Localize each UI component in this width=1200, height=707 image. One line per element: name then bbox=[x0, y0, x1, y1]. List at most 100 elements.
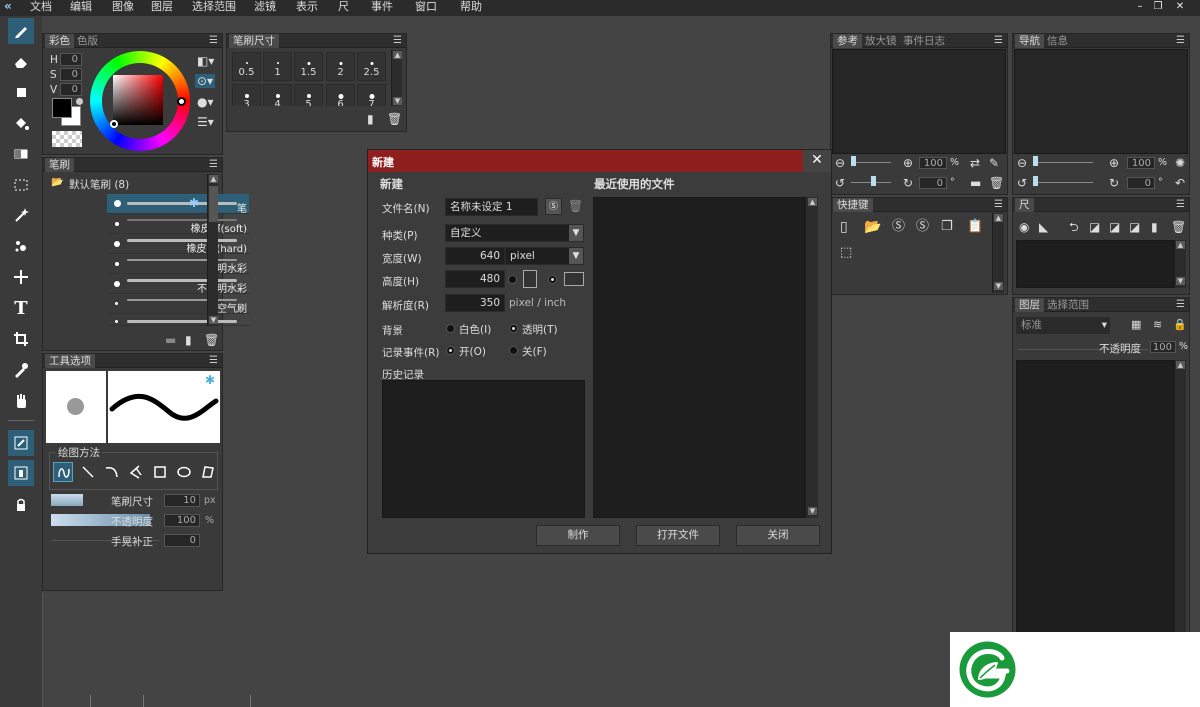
brush-row-selected[interactable]: 笔 bbox=[107, 194, 249, 215]
ruler-triangle-icon[interactable]: ◣ bbox=[1039, 220, 1048, 234]
lock-layer-icon[interactable]: 🔒 bbox=[1173, 318, 1187, 332]
opacity-input[interactable]: 100 bbox=[164, 514, 200, 527]
hue-picker-handle[interactable] bbox=[177, 97, 186, 106]
color-slider-mode-icon[interactable]: ●▾ bbox=[197, 95, 214, 109]
ref-rotate-input[interactable]: 0 bbox=[919, 177, 947, 189]
dialog-title-bar[interactable]: 新建 ✕ bbox=[368, 150, 831, 172]
v-input[interactable]: 0 bbox=[60, 83, 82, 96]
rotate-right-icon[interactable]: ↻ bbox=[1109, 176, 1119, 190]
gradient-tool-icon[interactable] bbox=[8, 141, 34, 167]
history-list[interactable] bbox=[382, 380, 585, 518]
brush-row[interactable]: 透明水彩 bbox=[107, 254, 249, 275]
brush-size-cell[interactable]: 1.5 bbox=[294, 52, 323, 81]
record-off-radio[interactable] bbox=[509, 346, 518, 355]
zoom-in-icon[interactable]: ⊕ bbox=[1109, 156, 1119, 170]
s-input[interactable]: 0 bbox=[60, 68, 82, 81]
brush-size-cell[interactable]: 2 bbox=[326, 52, 355, 81]
brush-group-label[interactable]: 默认笔刷 (8) bbox=[69, 177, 129, 192]
tab-tool-options[interactable]: 工具选项 bbox=[45, 354, 95, 368]
saturation-value-square[interactable] bbox=[113, 75, 163, 125]
ref-rotate-slider[interactable] bbox=[851, 176, 891, 186]
brush-size-cell[interactable]: 4 bbox=[263, 84, 292, 106]
delete-reference-icon[interactable]: 🗑 bbox=[989, 176, 1004, 190]
width-unit-select[interactable]: pixel ▼ bbox=[505, 247, 584, 265]
brush-row[interactable]: 不透明水彩 bbox=[107, 274, 249, 295]
visibility-eye-icon[interactable]: ◉ bbox=[1019, 220, 1029, 234]
close-button[interactable]: 关闭 bbox=[736, 525, 820, 546]
marquee-tool-icon[interactable] bbox=[8, 172, 34, 198]
scroll-thumb[interactable] bbox=[209, 186, 218, 222]
nav-zoom-slider[interactable] bbox=[1033, 156, 1093, 166]
filename-delete-icon[interactable]: 🗑 bbox=[568, 199, 583, 213]
brush-row[interactable]: 橡皮擦(soft) bbox=[107, 214, 249, 235]
resolution-input[interactable]: 350 bbox=[445, 294, 505, 312]
brush-size-slider[interactable] bbox=[51, 494, 83, 506]
shape-tool-icon[interactable] bbox=[8, 79, 34, 105]
menu-select[interactable]: 选择范围 bbox=[192, 0, 236, 14]
panel-menu-icon[interactable]: ☰ bbox=[994, 198, 1003, 212]
brush-row[interactable]: 空气刷 bbox=[107, 294, 249, 315]
scroll-up-icon[interactable]: ▲ bbox=[808, 198, 817, 206]
rotate-right-icon[interactable]: ↻ bbox=[903, 176, 913, 190]
menu-layer[interactable]: 图层 bbox=[151, 0, 173, 14]
save-as-icon[interactable]: Ⓢ bbox=[916, 220, 929, 234]
scroll-up-icon[interactable]: ▲ bbox=[1176, 241, 1185, 249]
rotate-left-icon[interactable]: ↺ bbox=[1017, 176, 1027, 190]
menu-filter[interactable]: 滤镜 bbox=[254, 0, 276, 14]
preview-settings-icon[interactable]: ✱ bbox=[205, 373, 215, 387]
line-mode-icon[interactable] bbox=[78, 462, 98, 482]
nav-rotate-input[interactable]: 0 bbox=[1127, 177, 1155, 189]
copy-icon[interactable]: ❐ bbox=[941, 220, 953, 234]
menu-window[interactable]: 窗口 bbox=[415, 0, 437, 14]
close-window-icon[interactable]: ✕ bbox=[1172, 0, 1188, 14]
record-off-label[interactable]: 关(F) bbox=[522, 344, 547, 359]
width-input[interactable]: 640 bbox=[445, 247, 505, 265]
brush-size-input[interactable]: 10 bbox=[164, 494, 200, 507]
tab-reference[interactable]: 参考 bbox=[833, 34, 862, 48]
reference-canvas[interactable] bbox=[832, 49, 1006, 154]
portrait-radio[interactable] bbox=[508, 275, 517, 284]
landscape-radio[interactable] bbox=[548, 275, 557, 284]
height-input[interactable]: 480 bbox=[445, 270, 505, 288]
tab-navigator[interactable]: 导航 bbox=[1015, 34, 1044, 48]
scroll-up-icon[interactable]: ▲ bbox=[393, 51, 402, 59]
scroll-down-icon[interactable]: ▼ bbox=[393, 97, 402, 105]
clipping-icon[interactable]: ≋ bbox=[1153, 318, 1162, 332]
filename-input[interactable]: 名称未设定 1 bbox=[445, 198, 538, 216]
new-brush-icon[interactable]: ▮ bbox=[185, 333, 192, 347]
type-select[interactable]: 自定义 ▼ bbox=[445, 224, 584, 242]
new-brush-size-icon[interactable]: ▮ bbox=[367, 112, 374, 126]
menu-event[interactable]: 事件 bbox=[371, 0, 393, 14]
tab-brush[interactable]: 笔刷 bbox=[45, 158, 74, 172]
blend-mode-select[interactable]: 标准 ▾ bbox=[1016, 317, 1110, 334]
tab-brush-size[interactable]: 笔刷尺寸 bbox=[229, 34, 279, 48]
scroll-down-icon[interactable]: ▼ bbox=[1176, 277, 1185, 285]
tab-selection[interactable]: 选择范围 bbox=[1043, 298, 1093, 312]
brush-size-cell[interactable]: 6 bbox=[326, 84, 355, 106]
fill-bucket-icon[interactable] bbox=[8, 110, 34, 136]
rectangle-mode-icon[interactable] bbox=[150, 462, 170, 482]
lock-icon[interactable] bbox=[8, 492, 34, 518]
panel-menu-icon[interactable]: ☰ bbox=[209, 158, 218, 172]
delete-ruler-icon[interactable]: 🗑 bbox=[1171, 220, 1186, 234]
tab-info[interactable]: 信息 bbox=[1043, 34, 1072, 48]
ellipse-mode-icon[interactable] bbox=[174, 462, 194, 482]
brush-settings-icon[interactable]: ✱ bbox=[189, 196, 199, 210]
tab-palette[interactable]: 色版 bbox=[73, 34, 102, 48]
color-square-mode-icon[interactable]: ◧▾ bbox=[197, 54, 214, 68]
bg-white-radio[interactable] bbox=[446, 324, 455, 333]
menu-ruler[interactable]: 尺 bbox=[338, 0, 349, 14]
new-ruler-icon[interactable]: ▮ bbox=[1151, 220, 1158, 234]
text-tool-icon[interactable]: T bbox=[8, 295, 34, 321]
open-file-button[interactable]: 打开文件 bbox=[636, 525, 720, 546]
eraser-tool-icon[interactable] bbox=[8, 49, 34, 75]
menu-help[interactable]: 帮助 bbox=[460, 0, 482, 14]
ruler-undo-icon[interactable]: ⮌ bbox=[1069, 220, 1079, 234]
restore-icon[interactable]: ❐ bbox=[1150, 0, 1166, 14]
scroll-down-icon[interactable]: ▼ bbox=[994, 282, 1003, 290]
perspective-icon-3[interactable]: ◪ bbox=[1129, 220, 1140, 234]
perspective-icon-2[interactable]: ◪ bbox=[1109, 220, 1120, 234]
brush-size-scrollbar[interactable]: ▲ ▼ bbox=[391, 50, 402, 106]
panel-menu-icon[interactable]: ☰ bbox=[209, 34, 218, 48]
crop-tool-icon[interactable] bbox=[8, 326, 34, 352]
